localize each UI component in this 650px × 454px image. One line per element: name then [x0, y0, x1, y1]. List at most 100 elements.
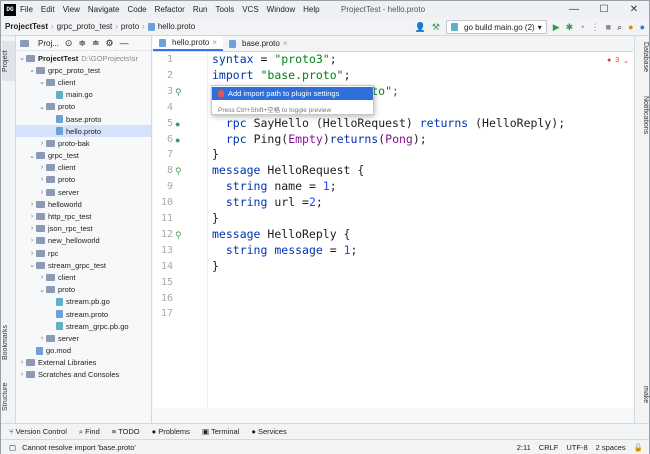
- breadcrumb-file[interactable]: hello.proto: [158, 22, 195, 31]
- line-separator[interactable]: CRLF: [539, 443, 559, 452]
- chevron-right-icon[interactable]: ›: [38, 335, 46, 342]
- chevron-down-icon[interactable]: ⌄: [38, 103, 46, 111]
- run-configuration-select[interactable]: go build main.go (2) ▾: [446, 20, 547, 34]
- chevron-right-icon[interactable]: ›: [38, 176, 46, 183]
- intention-action-item[interactable]: Add import path to plugin settings: [212, 87, 373, 100]
- tool-tab-project[interactable]: Project: [2, 41, 15, 81]
- line-number[interactable]: 12: [153, 229, 173, 240]
- tree-item[interactable]: › json_rpc_test: [16, 223, 151, 235]
- line-number[interactable]: 7: [153, 149, 173, 160]
- tool-tab-database[interactable]: Database: [636, 42, 649, 82]
- close-icon[interactable]: ✕: [619, 1, 649, 18]
- line-number[interactable]: 5: [153, 118, 173, 129]
- menu-item-view[interactable]: View: [63, 5, 80, 14]
- tool-find[interactable]: ⌕ Find: [79, 427, 100, 437]
- tab-hello-proto[interactable]: hello.proto ×: [153, 36, 224, 51]
- tree-item[interactable]: stream_grpc.pb.go: [16, 320, 151, 332]
- tool-tab-bookmarks[interactable]: Bookmarks: [2, 318, 15, 366]
- chevron-right-icon[interactable]: ›: [28, 250, 36, 257]
- line-number[interactable]: 1: [153, 54, 173, 65]
- line-number[interactable]: 13: [153, 245, 173, 256]
- menu-item-run[interactable]: Run: [193, 5, 208, 14]
- line-number[interactable]: 17: [153, 308, 173, 319]
- tree-item[interactable]: › server: [16, 186, 151, 198]
- tree-item[interactable]: ⌄ grpc_proto_test: [16, 64, 151, 76]
- tree-root[interactable]: ⌄ ProjectTest D:\GOProjects\sr: [16, 52, 151, 64]
- chevron-right-icon[interactable]: ›: [28, 225, 36, 232]
- chevron-right-icon[interactable]: ›: [38, 164, 46, 171]
- menu-item-vcs[interactable]: VCS: [242, 5, 258, 14]
- chevron-right-icon[interactable]: ›: [28, 237, 36, 244]
- chevron-right-icon[interactable]: ›: [28, 213, 36, 220]
- chevron-down-icon[interactable]: ⌄: [38, 78, 46, 86]
- lock-icon[interactable]: 🔓: [634, 443, 643, 452]
- tree-item[interactable]: › rpc: [16, 247, 151, 259]
- tree-item[interactable]: ⌄ stream_grpc_test: [16, 259, 151, 271]
- tree-item[interactable]: › http_rpc_test: [16, 210, 151, 222]
- code-line[interactable]: }: [212, 259, 219, 275]
- chevron-right-icon[interactable]: ›: [18, 359, 26, 366]
- tool-tab-make[interactable]: make: [636, 386, 649, 416]
- close-tab-icon[interactable]: ×: [212, 38, 217, 47]
- line-number[interactable]: 16: [153, 293, 173, 304]
- grpc-message-icon[interactable]: ⚲: [175, 230, 182, 241]
- hammer-icon[interactable]: ⚒: [432, 22, 440, 32]
- tool-tab-structure[interactable]: Structure: [2, 374, 15, 419]
- line-number[interactable]: 14: [153, 261, 173, 272]
- search-icon[interactable]: ⌕: [617, 22, 622, 32]
- tool-services[interactable]: ● Services: [251, 427, 286, 436]
- inspection-widget[interactable]: ● 3 ⌄: [607, 57, 629, 65]
- code-line[interactable]: string name = 1;: [212, 179, 337, 195]
- code-line[interactable]: rpc Ping(Empty)returns(Pong);: [212, 132, 427, 148]
- tree-item[interactable]: hello.proto: [16, 125, 151, 138]
- collapse-all-icon[interactable]: ≐: [92, 38, 100, 48]
- menu-item-window[interactable]: Window: [267, 5, 295, 14]
- menu-item-refactor[interactable]: Refactor: [155, 5, 185, 14]
- chevron-down-icon[interactable]: ⌄: [18, 54, 26, 62]
- code-line[interactable]: }: [212, 147, 219, 163]
- tree-item[interactable]: › External Libraries: [16, 357, 151, 369]
- locate-icon[interactable]: ⊙: [65, 38, 73, 48]
- code-line[interactable]: syntax = "proto3";: [212, 52, 337, 68]
- line-number[interactable]: 10: [153, 197, 173, 208]
- file-encoding[interactable]: UTF-8: [566, 443, 587, 452]
- chevron-right-icon[interactable]: ›: [28, 201, 36, 208]
- breadcrumb-folder[interactable]: proto: [121, 22, 139, 31]
- code-line[interactable]: rpc SayHello (HelloRequest) returns (Hel…: [212, 116, 565, 132]
- code-line[interactable]: import "base.proto";: [212, 68, 351, 84]
- chevron-down-icon[interactable]: ⌄: [38, 286, 46, 294]
- tree-item[interactable]: go.mod: [16, 345, 151, 357]
- more-run-icon[interactable]: ⋮: [591, 22, 600, 32]
- tree-item[interactable]: › client: [16, 271, 151, 283]
- tree-item[interactable]: › proto-bak: [16, 137, 151, 149]
- chevron-down-icon[interactable]: ⌄: [28, 261, 36, 269]
- tree-item[interactable]: ⌄ proto: [16, 101, 151, 113]
- tree-item[interactable]: stream.proto: [16, 308, 151, 320]
- maximize-icon[interactable]: ☐: [589, 1, 619, 18]
- tree-item[interactable]: › server: [16, 332, 151, 344]
- menu-item-help[interactable]: Help: [303, 5, 319, 14]
- hide-icon[interactable]: —: [120, 38, 129, 48]
- code-line[interactable]: string url =2;: [212, 195, 323, 211]
- line-number[interactable]: 8: [153, 165, 173, 176]
- minimize-icon[interactable]: —: [559, 1, 589, 18]
- menu-item-file[interactable]: File: [20, 5, 33, 14]
- grpc-message-icon[interactable]: ⚲: [175, 166, 182, 177]
- tree-item[interactable]: ⌄ grpc_test: [16, 150, 151, 162]
- tree-item[interactable]: stream.pb.go: [16, 296, 151, 308]
- tree-item[interactable]: main.go: [16, 89, 151, 101]
- line-number[interactable]: 15: [153, 277, 173, 288]
- gear-icon[interactable]: ⚙: [106, 38, 114, 48]
- chevron-right-icon[interactable]: ›: [38, 274, 46, 281]
- chevron-down-icon[interactable]: ⌄: [28, 152, 36, 160]
- tool-version-control[interactable]: ⑂ Version Control: [9, 427, 67, 436]
- line-number[interactable]: 9: [153, 181, 173, 192]
- chevron-right-icon[interactable]: ›: [38, 140, 46, 147]
- breadcrumb-module[interactable]: grpc_proto_test: [57, 22, 113, 31]
- tool-tab-notifications[interactable]: Notifications: [636, 96, 649, 156]
- caret-position[interactable]: 2:11: [517, 443, 531, 452]
- line-number[interactable]: 6: [153, 134, 173, 145]
- tree-item[interactable]: › helloworld: [16, 198, 151, 210]
- line-number[interactable]: 2: [153, 70, 173, 81]
- indent-setting[interactable]: 2 spaces: [596, 443, 626, 452]
